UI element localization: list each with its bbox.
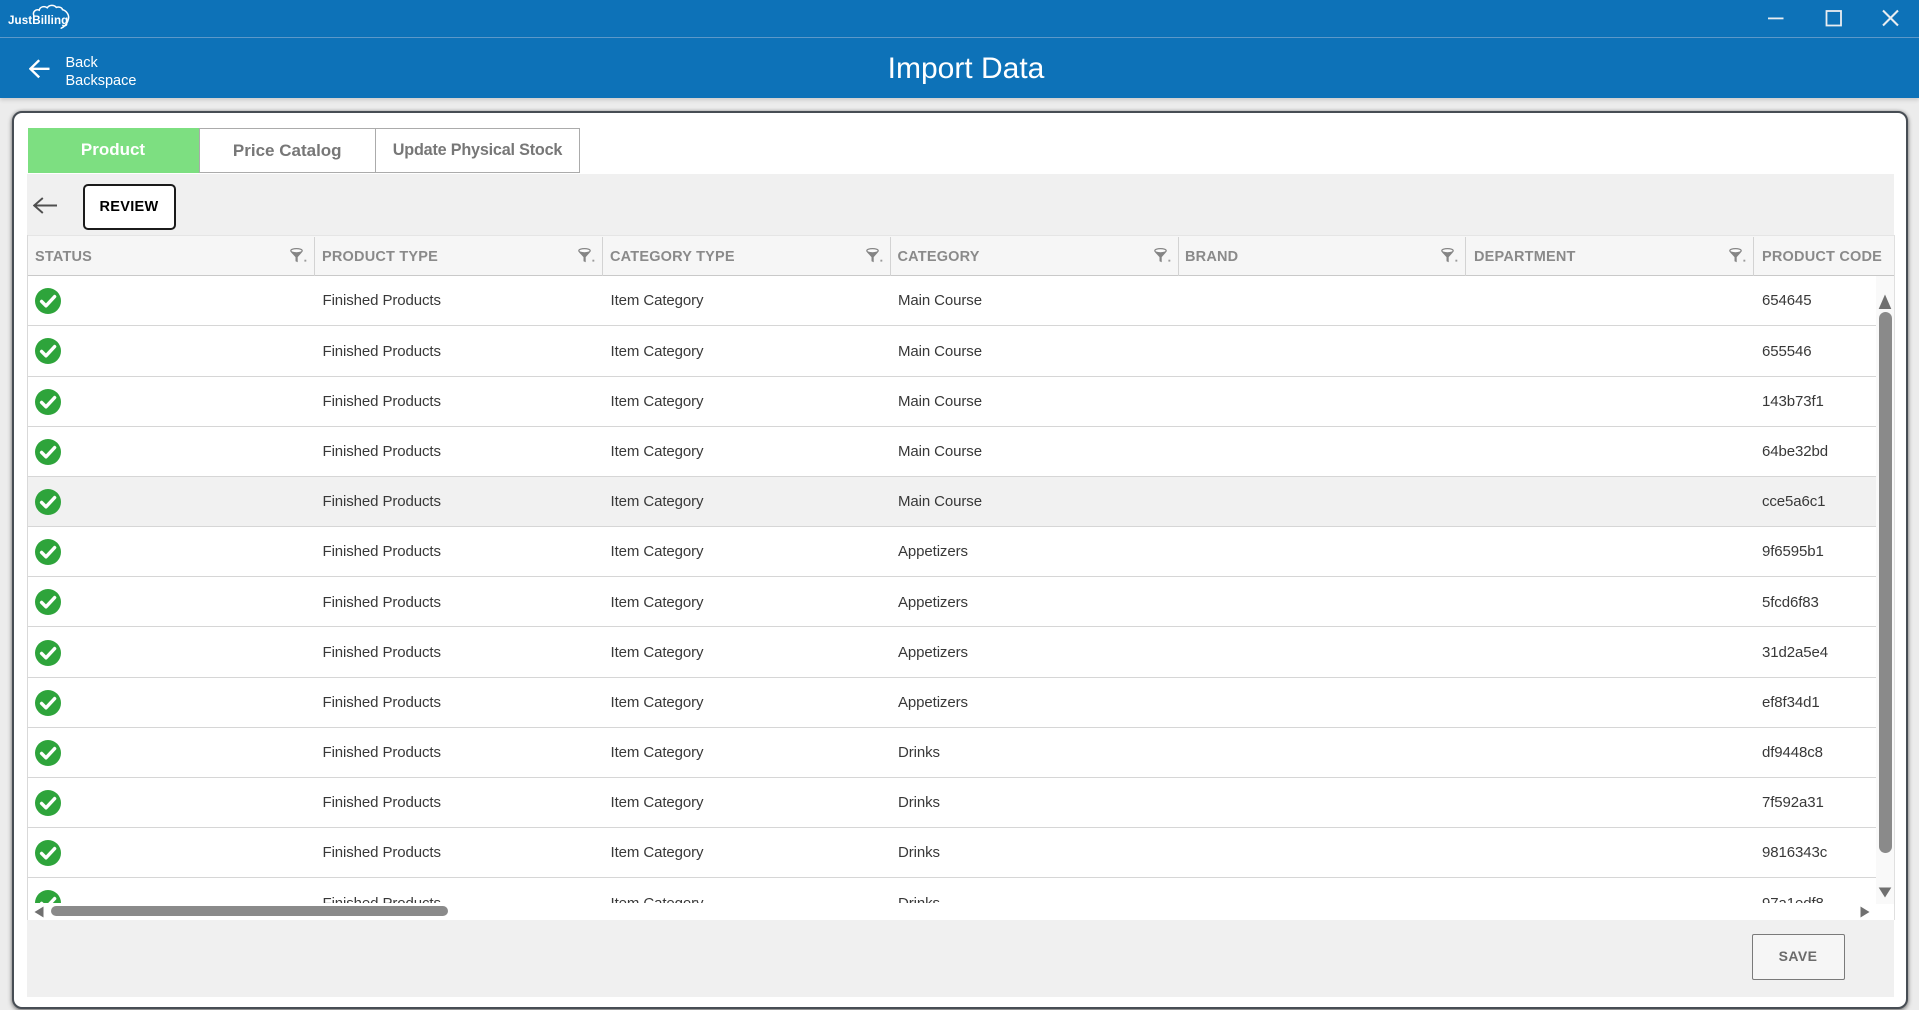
svg-text:JustBilling: JustBilling [8, 14, 68, 27]
